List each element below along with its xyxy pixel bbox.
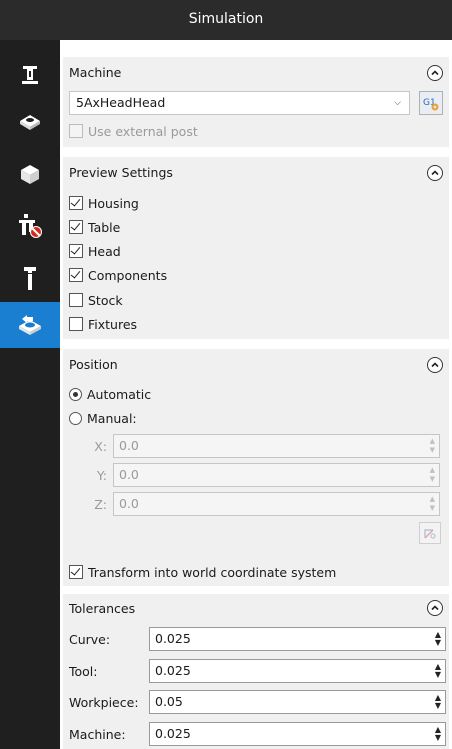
- head-label: Head: [88, 243, 121, 259]
- x-value: 0.0: [119, 438, 139, 453]
- preview-housing-row[interactable]: Housing: [69, 194, 139, 212]
- tool-field[interactable]: 0.025 ▲ ▼: [149, 659, 446, 683]
- automatic-radio[interactable]: [69, 387, 82, 401]
- transform-world-checkbox[interactable]: [69, 565, 83, 579]
- sidebar-item-stock[interactable]: [0, 98, 60, 144]
- pick-position-button[interactable]: [419, 522, 441, 544]
- machine-section: Machine 5AxHeadHead ⌵ G1 Use external po…: [63, 57, 449, 147]
- chevron-up-icon: [431, 70, 439, 76]
- chevron-up-icon: [431, 362, 439, 368]
- y-spinner[interactable]: ▲ ▼: [430, 466, 435, 484]
- x-label: X:: [94, 439, 107, 454]
- preview-fixtures-row[interactable]: Fixtures: [69, 315, 137, 333]
- stock-box-icon: [18, 110, 42, 132]
- automatic-label: Automatic: [87, 386, 152, 402]
- tool-spinner[interactable]: ▲ ▼: [435, 663, 441, 679]
- table-label: Table: [88, 219, 121, 235]
- z-field[interactable]: 0.0 ▲ ▼: [113, 492, 440, 516]
- sidebar-item-simulation[interactable]: [0, 302, 60, 348]
- collapse-machine-button[interactable]: [427, 65, 443, 81]
- machine-tol-label: Machine:: [69, 727, 126, 742]
- chevron-down-icon: ⌵: [394, 98, 401, 108]
- manual-label: Manual:: [87, 410, 137, 426]
- sidebar-item-machine[interactable]: [0, 52, 60, 98]
- machine-tol-spinner[interactable]: ▲ ▼: [435, 726, 441, 742]
- tool-label: Tool:: [69, 664, 98, 679]
- fixture-disabled-icon: [16, 211, 44, 239]
- stock-checkbox[interactable]: [69, 293, 83, 307]
- curve-label: Curve:: [69, 632, 111, 647]
- z-label: Z:: [94, 497, 107, 512]
- manual-radio-row[interactable]: Manual:: [69, 409, 137, 427]
- z-spinner[interactable]: ▲ ▼: [430, 495, 435, 513]
- post-processor-button[interactable]: G1: [419, 91, 443, 115]
- automatic-radio-row[interactable]: Automatic: [69, 385, 151, 403]
- window-title: Simulation: [0, 0, 452, 40]
- preview-head-row[interactable]: Head: [69, 242, 121, 260]
- tool-holder-icon: [22, 266, 38, 292]
- components-checkbox[interactable]: [69, 268, 83, 282]
- simulation-table-icon: [17, 313, 43, 337]
- section-title-tolerances: Tolerances: [69, 601, 136, 616]
- y-label: Y:: [96, 468, 107, 483]
- use-external-post-checkbox[interactable]: [69, 124, 83, 138]
- machine-select[interactable]: 5AxHeadHead ⌵: [69, 91, 410, 115]
- workpiece-field[interactable]: 0.05 ▲ ▼: [149, 690, 446, 714]
- curve-spinner[interactable]: ▲ ▼: [435, 631, 441, 647]
- preview-table-row[interactable]: Table: [69, 218, 120, 236]
- y-value: 0.0: [119, 467, 139, 482]
- chevron-up-icon: [431, 170, 439, 176]
- collapse-tolerances-button[interactable]: [427, 600, 443, 616]
- machine-tol-value: 0.025: [155, 726, 191, 741]
- workpiece-spinner[interactable]: ▲ ▼: [435, 694, 441, 710]
- preview-section: Preview Settings Housing Table Head Comp…: [63, 157, 449, 339]
- manual-radio[interactable]: [69, 411, 82, 425]
- sidebar-item-workpiece[interactable]: [0, 151, 60, 197]
- position-section: Position Automatic Manual: X: 0.0 ▲ ▼ Y: …: [63, 349, 449, 586]
- workpiece-value: 0.05: [155, 694, 183, 709]
- machine-select-value: 5AxHeadHead: [76, 95, 166, 110]
- housing-checkbox[interactable]: [69, 196, 83, 210]
- sidebar-item-tool[interactable]: [0, 256, 60, 302]
- transform-world-row[interactable]: Transform into world coordinate system: [69, 563, 336, 581]
- transform-world-label: Transform into world coordinate system: [88, 564, 337, 580]
- tolerances-section: Tolerances Curve: 0.025 ▲ ▼ Tool: 0.025 ▲…: [63, 594, 449, 749]
- z-value: 0.0: [119, 496, 139, 511]
- fixtures-checkbox[interactable]: [69, 317, 83, 331]
- y-field[interactable]: 0.0 ▲ ▼: [113, 463, 440, 487]
- x-field[interactable]: 0.0 ▲ ▼: [113, 434, 440, 458]
- section-title-machine: Machine: [69, 65, 122, 80]
- stock-label: Stock: [88, 292, 123, 308]
- post-processor-icon: G1: [423, 98, 439, 111]
- collapse-position-button[interactable]: [427, 357, 443, 373]
- sidebar-item-fixtures[interactable]: [0, 202, 60, 248]
- chevron-up-icon: [431, 605, 439, 611]
- housing-label: Housing: [88, 195, 139, 211]
- simulation-panel: Machine 5AxHeadHead ⌵ G1 Use external po…: [60, 40, 452, 749]
- table-checkbox[interactable]: [69, 220, 83, 234]
- workpiece-label: Workpiece:: [69, 695, 139, 710]
- fixtures-label: Fixtures: [88, 316, 138, 332]
- machine-tol-field[interactable]: 0.025 ▲ ▼: [149, 722, 446, 746]
- collapse-preview-button[interactable]: [427, 165, 443, 181]
- use-external-post-label: Use external post: [88, 123, 198, 139]
- head-checkbox[interactable]: [69, 244, 83, 258]
- curve-field[interactable]: 0.025 ▲ ▼: [149, 627, 446, 651]
- preview-stock-row[interactable]: Stock: [69, 291, 123, 309]
- components-label: Components: [88, 267, 168, 283]
- section-title-preview: Preview Settings: [69, 165, 173, 180]
- sidebar: [0, 40, 60, 749]
- cube-icon: [19, 163, 41, 185]
- x-spinner[interactable]: ▲ ▼: [430, 437, 435, 455]
- curve-value: 0.025: [155, 631, 191, 646]
- tool-value: 0.025: [155, 663, 191, 678]
- preview-components-row[interactable]: Components: [69, 266, 167, 284]
- pick-point-icon: [424, 529, 436, 539]
- machine-column-icon: [19, 64, 41, 86]
- section-title-position: Position: [69, 357, 118, 372]
- use-external-post-row[interactable]: Use external post: [69, 122, 198, 140]
